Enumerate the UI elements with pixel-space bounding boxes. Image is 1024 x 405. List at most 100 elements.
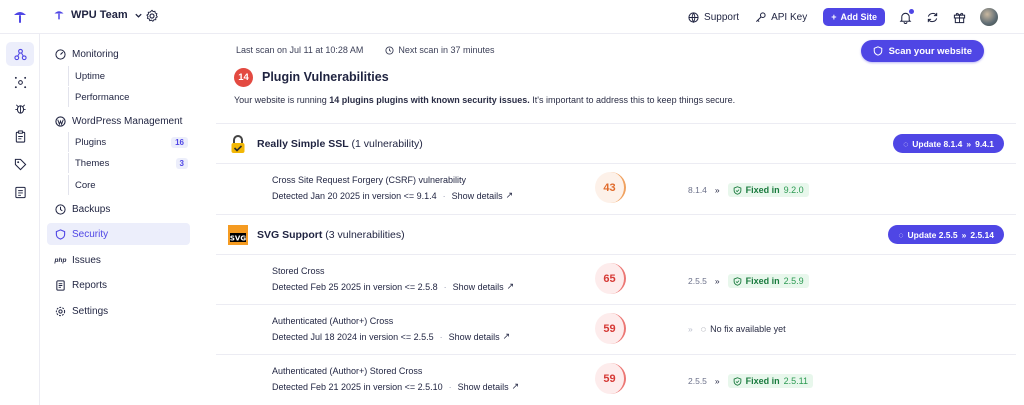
plugin-name: SVG Support (3 vulnerabilities) xyxy=(257,229,405,241)
rail-document-icon[interactable] xyxy=(12,184,28,200)
update-plugin-button[interactable]: ◌ Update 8.1.4 » 9.4.1 xyxy=(893,134,1004,153)
svg-text:SVG: SVG xyxy=(230,235,246,243)
add-site-label: Add Site xyxy=(840,12,877,22)
php-icon: php xyxy=(54,256,67,264)
version-fix: 2.5.5 » Fixed in 2.5.9 xyxy=(688,274,809,288)
chevron-down-icon xyxy=(134,13,142,18)
next-scan-text: Next scan in 37 minutes xyxy=(398,45,495,55)
sidebar-item-issues[interactable]: php Issues xyxy=(47,249,190,271)
vulnerability-title: Stored Cross xyxy=(272,266,325,276)
sidebar-item-monitoring[interactable]: Monitoring xyxy=(47,43,190,65)
rail-network-icon[interactable] xyxy=(12,74,28,90)
external-link-icon: ↗ xyxy=(505,190,514,200)
show-details-link[interactable]: Show details ↗ xyxy=(458,381,520,392)
spinner-icon: ◌ xyxy=(903,138,909,149)
external-link-icon: ↗ xyxy=(511,381,520,391)
fixed-in-badge: Fixed in 2.5.11 xyxy=(727,374,814,388)
notifications-bell-icon[interactable] xyxy=(899,8,914,24)
sidebar-item-label: Security xyxy=(72,228,109,240)
spinner-icon: ◌ xyxy=(898,229,904,240)
sidebar-item-security[interactable]: Security xyxy=(47,223,190,245)
app-logo-icon[interactable] xyxy=(12,9,28,25)
vulnerability-title: Authenticated (Author+) Stored Cross xyxy=(272,366,423,376)
sidebar-item-uptime[interactable]: Uptime xyxy=(68,66,188,86)
update-from-label: Update 2.5.5 xyxy=(907,229,958,240)
add-site-button[interactable]: + Add Site xyxy=(823,8,885,26)
scan-info: Last scan on Jul 11 at 10:28 AM Next sca… xyxy=(236,45,494,55)
shield-check-icon xyxy=(733,185,741,195)
sidebar-item-plugins[interactable]: Plugins 16 xyxy=(68,132,188,152)
show-details-link[interactable]: Show details ↗ xyxy=(449,331,511,342)
main-content: Last scan on Jul 11 at 10:28 AM Next sca… xyxy=(216,34,1024,405)
update-to-label: 9.4.1 xyxy=(975,138,994,149)
sidebar-item-label: Uptime xyxy=(75,70,106,82)
rail-clipboard-icon[interactable] xyxy=(12,128,28,144)
vulnerability-row: Authenticated (Author+) Cross Detected J… xyxy=(216,304,1016,354)
rail-tag-icon[interactable] xyxy=(12,156,28,172)
clock-icon xyxy=(385,45,394,55)
sidebar-item-label: Reports xyxy=(72,279,108,291)
sidebar-item-reports[interactable]: Reports xyxy=(47,274,190,296)
vulnerability-row: Stored Cross Detected Feb 25 2025 in ver… xyxy=(216,254,1016,304)
vulnerability-row: Cross Site Request Forgery (CSRF) vulner… xyxy=(216,163,1016,213)
api-key-link[interactable]: API Key xyxy=(755,12,807,23)
team-settings-gear-icon[interactable] xyxy=(145,9,159,26)
current-version: 8.1.4 xyxy=(688,185,707,195)
scan-website-button[interactable]: Scan your website xyxy=(860,40,984,62)
show-details-link[interactable]: Show details ↗ xyxy=(453,281,515,292)
update-plugin-button[interactable]: ◌ Update 2.5.5 » 2.5.14 xyxy=(888,225,1004,244)
page-title: Plugin Vulnerabilities xyxy=(262,70,389,84)
severity-score: 59 xyxy=(595,363,626,394)
plugin-header-really-simple-ssl: Really Simple SSL (1 vulnerability) ◌ Up… xyxy=(216,123,1016,163)
update-to-label: 2.5.14 xyxy=(970,229,994,240)
detected-text: Detected Jul 18 2024 in version <= 2.5.5 xyxy=(272,331,434,342)
current-version: 2.5.5 xyxy=(688,376,707,386)
plugin-header-svg-support: SVG SVG Support (3 vulnerabilities) ◌ Up… xyxy=(216,214,1016,254)
double-chevron-icon: » xyxy=(961,229,967,240)
sidebar-item-label: Core xyxy=(75,179,96,191)
sidebar-item-core[interactable]: Core xyxy=(68,175,188,195)
shield-check-icon xyxy=(733,376,741,386)
user-avatar[interactable] xyxy=(980,8,998,26)
sidebar-item-label: Issues xyxy=(72,254,101,266)
shield-check-icon xyxy=(733,276,741,286)
refresh-icon[interactable] xyxy=(926,11,939,24)
gear-icon xyxy=(55,306,66,317)
severity-score: 43 xyxy=(595,172,626,203)
sidebar-item-label: Backups xyxy=(72,203,111,215)
double-chevron-icon: » xyxy=(714,276,720,286)
sidebar-item-label: WordPress Management xyxy=(72,115,183,127)
support-link[interactable]: Support xyxy=(688,12,739,23)
scan-website-label: Scan your website xyxy=(888,45,972,57)
team-switcher[interactable]: WPU Team xyxy=(53,9,143,21)
rail-sites-icon[interactable] xyxy=(6,42,34,66)
gift-icon[interactable] xyxy=(953,11,966,24)
sidebar-item-settings[interactable]: Settings xyxy=(47,300,190,322)
page-description: Your website is running 14 plugins plugi… xyxy=(234,95,736,105)
sidebar-item-performance[interactable]: Performance xyxy=(68,87,188,107)
spinner-icon: ◌ xyxy=(700,324,707,334)
notification-dot xyxy=(909,8,914,14)
sidebar-item-label: Performance xyxy=(75,91,130,103)
external-link-icon: ↗ xyxy=(502,331,511,341)
sidebar: Monitoring Uptime Performance WordPress … xyxy=(41,34,196,405)
key-icon xyxy=(756,11,766,22)
svg-logo-icon: SVG xyxy=(228,225,248,245)
show-details-link[interactable]: Show details ↗ xyxy=(452,190,514,201)
detected-text: Detected Jan 20 2025 in version <= 9.1.4 xyxy=(272,190,437,201)
fixed-in-badge: Fixed in 9.2.0 xyxy=(727,183,809,197)
last-scan-text: Last scan on Jul 11 at 10:28 AM xyxy=(236,45,364,55)
update-from-label: Update 8.1.4 xyxy=(912,138,963,149)
current-version: 2.5.5 xyxy=(688,276,707,286)
double-chevron-icon: » xyxy=(966,138,972,149)
sidebar-item-label: Monitoring xyxy=(72,48,119,60)
wordpress-icon xyxy=(55,115,66,127)
sidebar-item-backups[interactable]: Backups xyxy=(47,198,190,220)
vulnerability-detail: Detected Jan 20 2025 in version <= 9.1.4… xyxy=(272,190,514,201)
no-fix-status: ◌ No fix available yet xyxy=(700,324,786,334)
sidebar-item-themes[interactable]: Themes 3 xyxy=(68,153,188,173)
sidebar-item-wordpress-management[interactable]: WordPress Management xyxy=(47,110,190,132)
detected-text: Detected Feb 21 2025 in version <= 2.5.1… xyxy=(272,381,443,392)
top-bar: WPU Team Support API Key + Add Site xyxy=(0,0,1024,34)
rail-bug-icon[interactable] xyxy=(12,100,28,116)
